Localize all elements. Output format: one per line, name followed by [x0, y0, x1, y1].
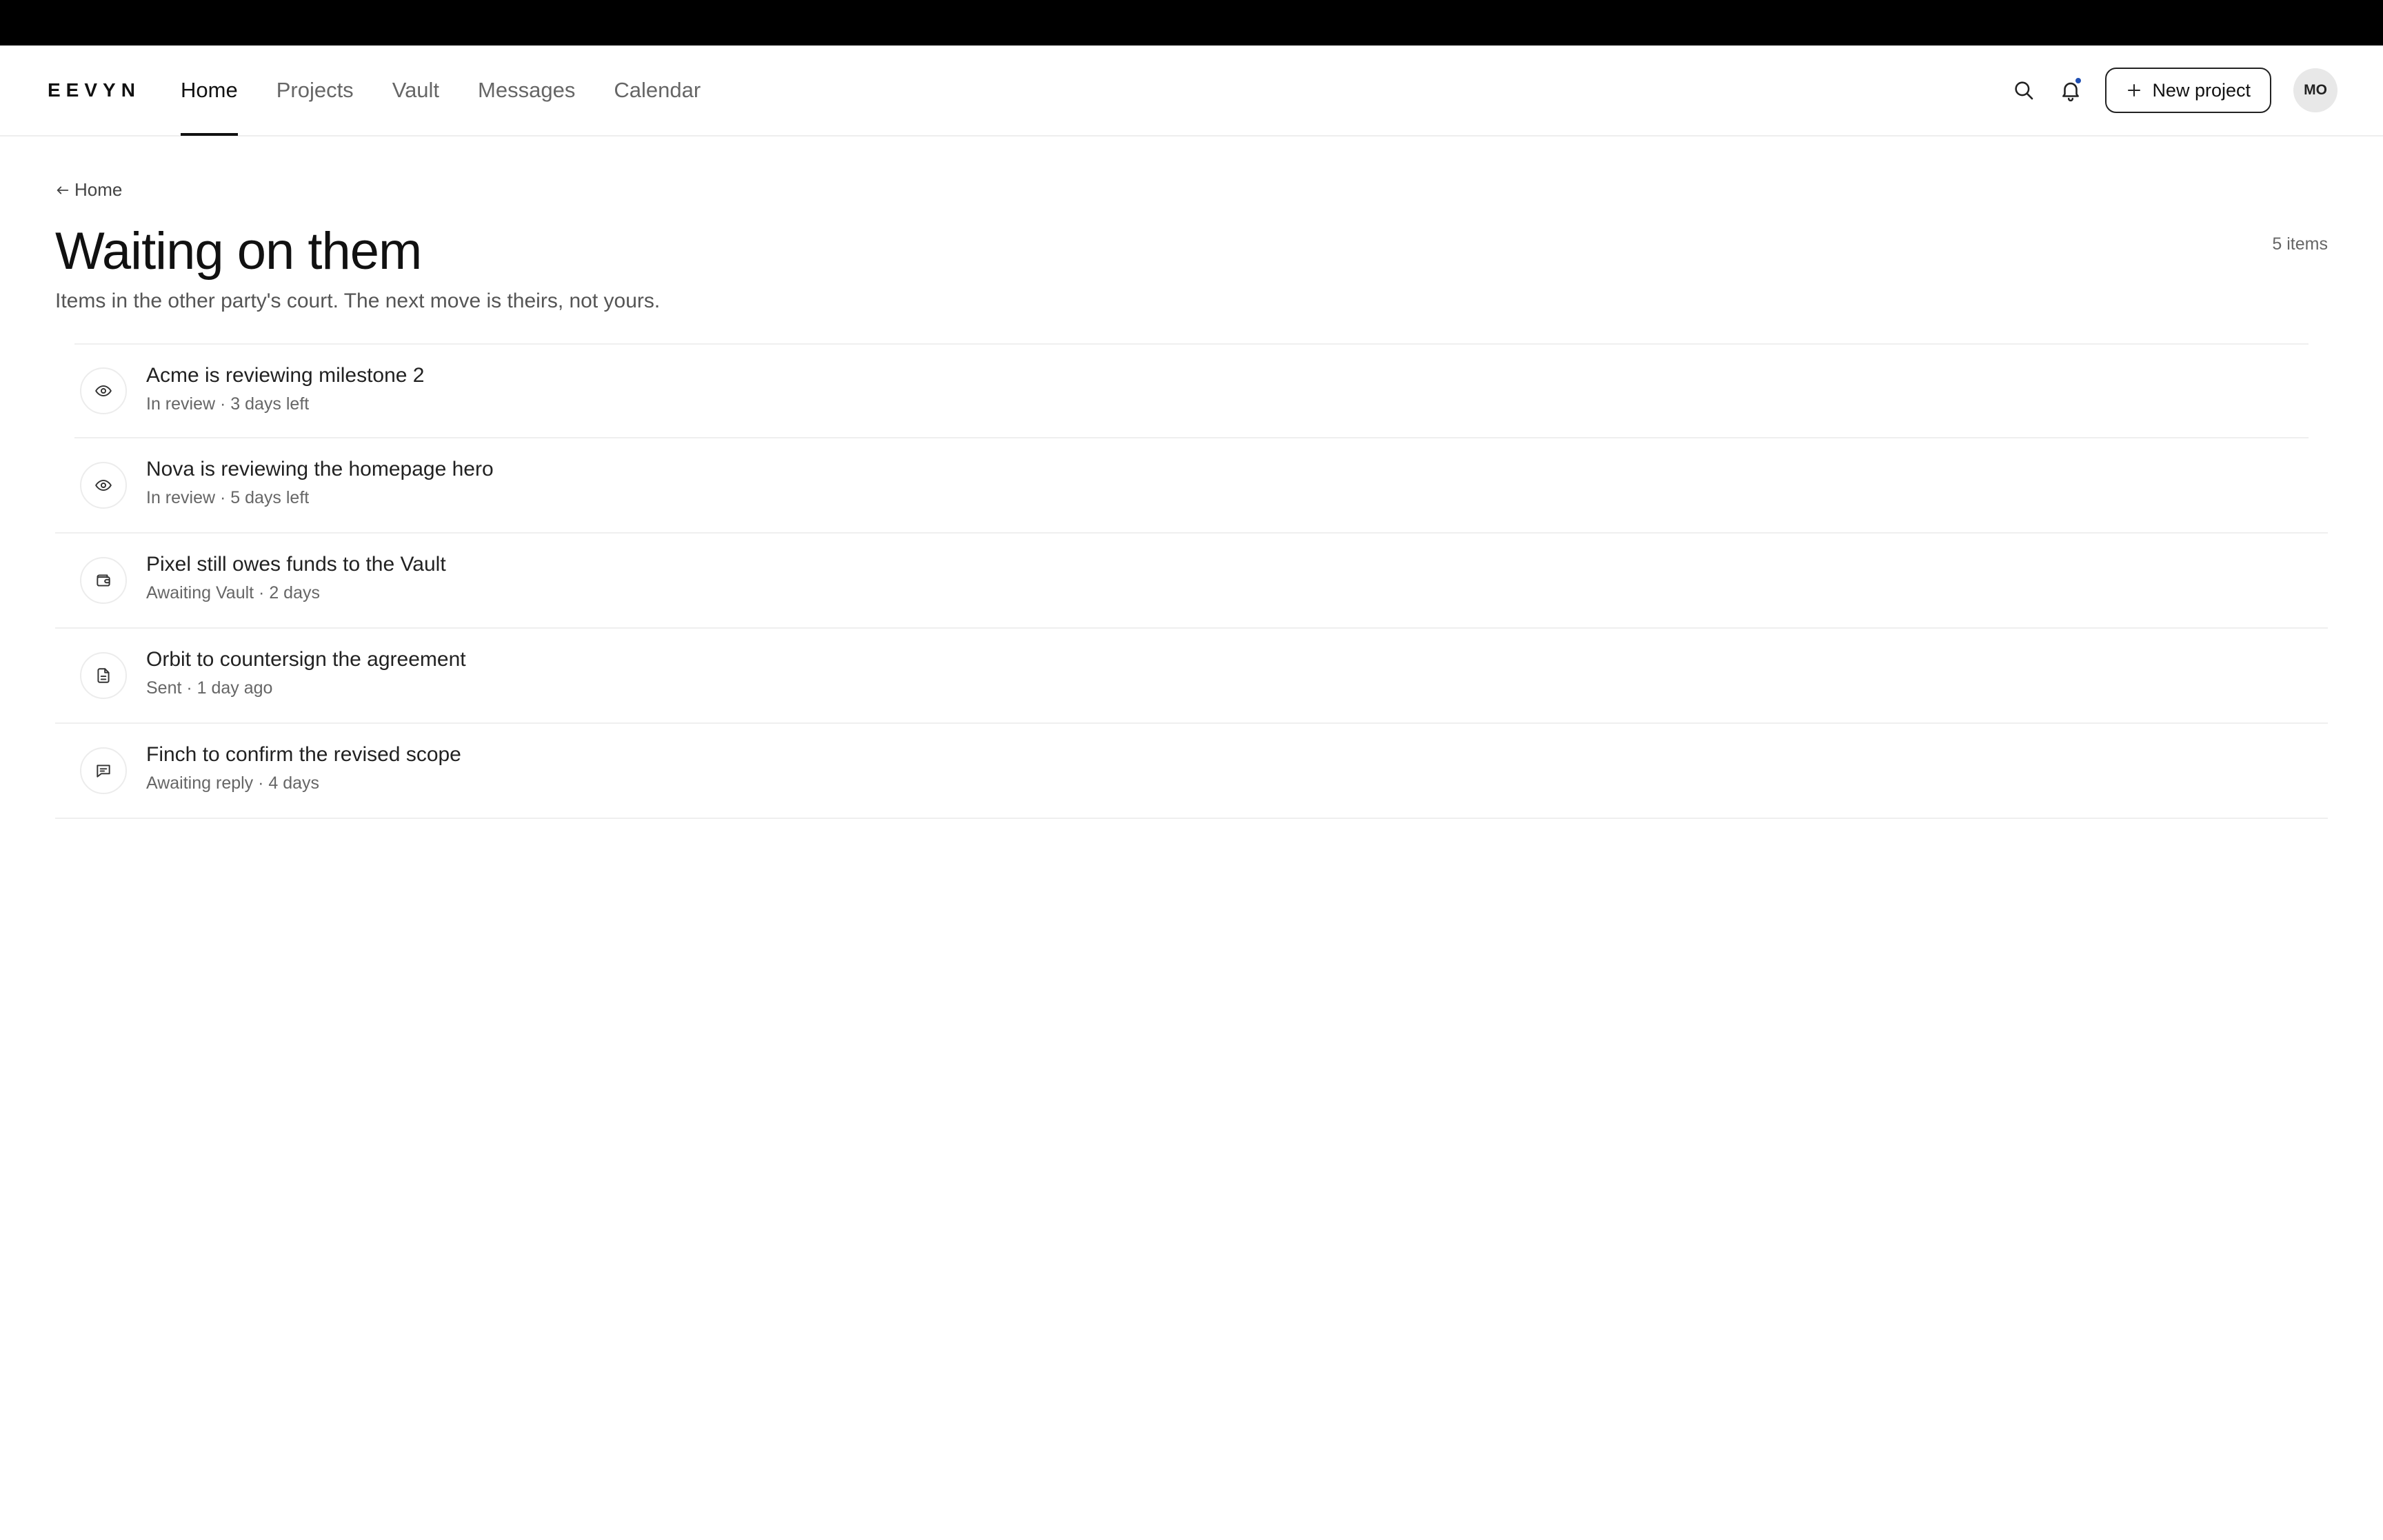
breadcrumb-label: Home — [74, 179, 123, 200]
list-item-meta: Sent · 1 day ago — [146, 678, 273, 698]
list-item-title: Acme is reviewing milestone 2 — [146, 364, 425, 387]
list-item-meta: In review · 3 days left — [146, 394, 310, 414]
top-navbar: EEVYN Home Projects Vault Messages Calen… — [0, 45, 2383, 136]
search-button[interactable] — [2004, 71, 2043, 110]
list-item[interactable]: Pixel still owes funds to the Vault Awai… — [55, 534, 2328, 629]
page-subtitle: Items in the other party's court. The ne… — [55, 290, 661, 312]
nav-link-messages[interactable]: Messages — [478, 45, 575, 135]
avatar[interactable]: MO — [2293, 68, 2337, 112]
list-item[interactable]: Acme is reviewing milestone 2 In review … — [74, 343, 2309, 438]
top-black-bar — [0, 0, 2383, 45]
list-item-text: Nova is reviewing the homepage hero In r… — [146, 458, 494, 508]
list-item-text: Orbit to countersign the agreement Sent … — [146, 648, 466, 698]
eye-icon — [80, 462, 127, 509]
list-item-title: Orbit to countersign the agreement — [146, 648, 466, 671]
search-icon — [2012, 79, 2035, 102]
list-item-meta: Awaiting Vault · 2 days — [146, 583, 320, 602]
page-title: Waiting on them — [55, 222, 422, 281]
list-item-meta: In review · 5 days left — [146, 488, 310, 507]
nav-link-projects[interactable]: Projects — [276, 45, 354, 135]
nav-link-home[interactable]: Home — [181, 45, 238, 136]
eye-icon — [80, 367, 127, 414]
list-item-text: Pixel still owes funds to the Vault Awai… — [146, 553, 446, 603]
list-item[interactable]: Finch to confirm the revised scope Await… — [55, 724, 2328, 819]
list-item[interactable]: Orbit to countersign the agreement Sent … — [55, 629, 2328, 724]
document-icon — [80, 652, 127, 699]
list-item[interactable]: Nova is reviewing the homepage hero In r… — [55, 438, 2328, 534]
app-logo[interactable]: EEVYN — [48, 79, 141, 101]
nav-link-vault[interactable]: Vault — [392, 45, 439, 135]
plus-icon — [2126, 82, 2142, 99]
nav-actions: New project MO — [2004, 45, 2337, 135]
list-item-title: Finch to confirm the revised scope — [146, 743, 461, 766]
message-icon — [80, 747, 127, 794]
arrow-left-icon — [55, 183, 70, 198]
notifications-button[interactable] — [2051, 71, 2090, 110]
breadcrumb[interactable]: Home — [55, 179, 122, 201]
wallet-icon — [80, 557, 127, 604]
new-project-button[interactable]: New project — [2105, 68, 2271, 113]
item-count: 5 items — [2272, 234, 2328, 254]
waiting-list: Acme is reviewing milestone 2 In review … — [55, 343, 2328, 819]
new-project-label: New project — [2152, 79, 2251, 101]
list-item-title: Nova is reviewing the homepage hero — [146, 458, 494, 480]
list-item-meta: Awaiting reply · 4 days — [146, 773, 320, 793]
list-item-title: Pixel still owes funds to the Vault — [146, 553, 446, 576]
list-item-text: Finch to confirm the revised scope Await… — [146, 743, 461, 793]
list-item-text: Acme is reviewing milestone 2 In review … — [146, 364, 425, 414]
main-nav: Home Projects Vault Messages Calendar — [181, 45, 701, 136]
nav-link-calendar[interactable]: Calendar — [614, 45, 701, 135]
